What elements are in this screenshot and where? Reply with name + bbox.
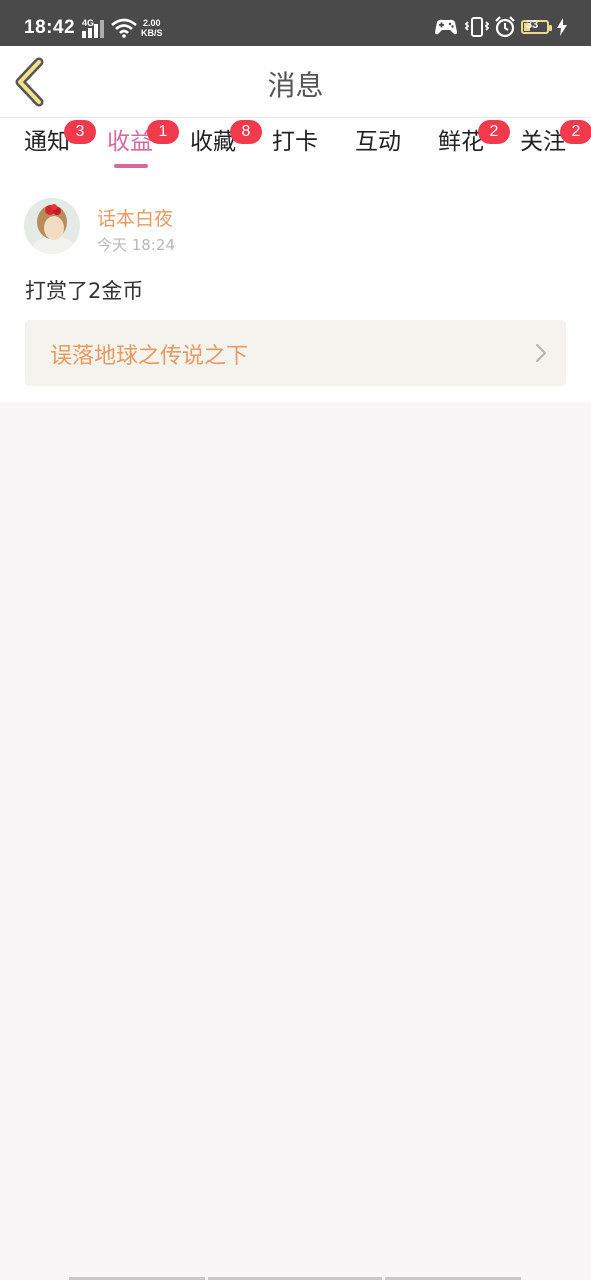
tab-favorites[interactable]: 收藏 8 bbox=[190, 120, 262, 172]
network-type-label: 4G bbox=[82, 18, 95, 28]
avatar[interactable] bbox=[24, 198, 80, 254]
status-time: 18:42 bbox=[24, 17, 76, 38]
tab-checkin[interactable]: 打卡 bbox=[272, 126, 320, 172]
chevron-right-icon bbox=[535, 343, 547, 363]
message-time: 今天 18:24 bbox=[97, 236, 175, 254]
book-title: 误落地球之传说之下 bbox=[50, 344, 249, 369]
game-controller-icon bbox=[434, 16, 458, 42]
username[interactable]: 话本白夜 bbox=[97, 204, 173, 231]
header: 消息 bbox=[0, 46, 591, 118]
network-speed-unit: KB/S bbox=[141, 28, 163, 38]
alarm-icon bbox=[494, 16, 516, 42]
charging-icon bbox=[556, 18, 568, 40]
tab-badge: 3 bbox=[64, 120, 96, 144]
battery-level: 33 bbox=[526, 19, 539, 31]
tab-badge: 2 bbox=[478, 120, 510, 144]
network-speed: 2.00 KB/S bbox=[141, 18, 163, 38]
tab-badge: 2 bbox=[560, 120, 591, 144]
active-tab-indicator bbox=[114, 164, 148, 168]
tab-badge: 1 bbox=[147, 120, 179, 144]
network-speed-value: 2.00 bbox=[142, 18, 161, 28]
tab-bar: 通知 3 收益 1 收藏 8 打卡 互动 鲜花 2 关注 2 bbox=[0, 118, 591, 174]
tab-following[interactable]: 关注 2 bbox=[520, 120, 591, 172]
status-bar: 18:42 4G 2.00 KB/S 33 bbox=[0, 0, 591, 46]
message-card: 话本白夜 今天 18:24 打赏了2金币 误落地球之传说之下 bbox=[0, 174, 591, 402]
tab-interactions[interactable]: 互动 bbox=[355, 126, 403, 172]
tab-notifications[interactable]: 通知 3 bbox=[24, 120, 96, 172]
tab-label: 互动 bbox=[355, 129, 401, 155]
book-link[interactable]: 误落地球之传说之下 bbox=[25, 320, 566, 386]
tab-label: 打卡 bbox=[272, 129, 318, 155]
message-content: 打赏了2金币 bbox=[25, 279, 144, 303]
tab-flowers[interactable]: 鲜花 2 bbox=[438, 120, 510, 172]
tab-earnings[interactable]: 收益 1 bbox=[107, 120, 179, 172]
tab-badge: 8 bbox=[230, 120, 262, 144]
vibrate-icon bbox=[464, 16, 490, 42]
cellular-signal-icon: 4G bbox=[80, 18, 106, 38]
page-title: 消息 bbox=[267, 69, 324, 102]
avatar-image bbox=[24, 198, 80, 254]
wifi-icon bbox=[111, 18, 137, 38]
